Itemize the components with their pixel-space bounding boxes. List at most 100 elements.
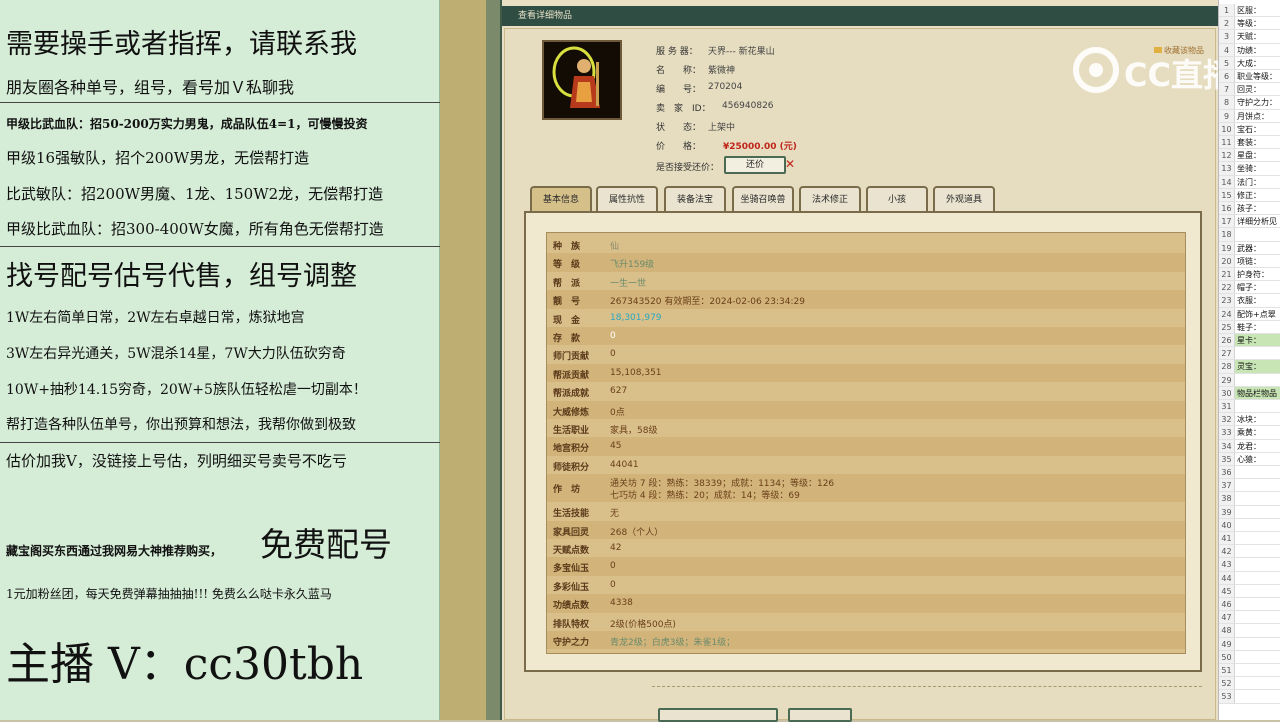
tab-equipment[interactable]: 装备法宝 — [664, 186, 726, 212]
close-icon[interactable]: ✕ — [785, 157, 795, 171]
row-number: 4 — [1219, 43, 1235, 56]
sheet-row[interactable]: 24 配饰+点翠 — [1219, 307, 1280, 321]
sheet-row[interactable]: 51 — [1219, 664, 1280, 678]
sheet-row[interactable]: 7 回灵： — [1219, 83, 1280, 97]
divider — [0, 102, 440, 103]
row-label: 种 族 — [553, 242, 581, 252]
sheet-row[interactable]: 16 孩子： — [1219, 202, 1280, 216]
row-number: 2 — [1219, 17, 1235, 30]
sheet-row[interactable]: 38 — [1219, 492, 1280, 506]
sheet-row[interactable]: 52 — [1219, 677, 1280, 691]
item-detail-window: 查看详细物品 服 务 器： 天界--- 新花果山 名 称： 紫微神 编 号： 2… — [500, 0, 1220, 722]
cell-text: 区服： — [1237, 6, 1261, 15]
sheet-row[interactable]: 39 — [1219, 505, 1280, 519]
sheet-row[interactable]: 49 — [1219, 637, 1280, 651]
row-number: 50 — [1219, 650, 1235, 663]
sheet-row[interactable]: 22 帽子： — [1219, 281, 1280, 295]
sheet-row[interactable]: 37 — [1219, 479, 1280, 493]
sheet-row[interactable]: 2 等级： — [1219, 17, 1280, 31]
cell-text: 鞋子： — [1237, 322, 1261, 332]
tab-children[interactable]: 小孩 — [866, 186, 928, 212]
sheet-row[interactable]: 53 — [1219, 690, 1280, 704]
row-label: 地宫积分 — [553, 444, 590, 455]
sheet-row[interactable]: 18 — [1219, 228, 1280, 242]
sheet-row[interactable]: 19 武器： — [1219, 241, 1280, 255]
ad-line: 需要操手或者指挥，请联系我 — [6, 29, 357, 60]
row-number: 47 — [1219, 611, 1235, 624]
row-number: 43 — [1219, 558, 1235, 571]
counter-offer-button[interactable]: 还价 — [724, 156, 786, 174]
cell-text: 月饼点： — [1237, 111, 1269, 121]
sheet-row[interactable]: 21 护身符： — [1219, 268, 1280, 282]
sheet-row[interactable]: 13 坐骑： — [1219, 162, 1280, 176]
sheet-row[interactable]: 5 大成： — [1219, 56, 1280, 70]
tab-spell-correction[interactable]: 法术修正 — [799, 186, 861, 212]
sheet-row[interactable]: 17 详细分析见 — [1219, 215, 1280, 229]
sheet-row[interactable]: 4 功绩： — [1219, 43, 1280, 57]
row-number: 37 — [1219, 479, 1235, 492]
sheet-row[interactable]: 31 — [1219, 400, 1280, 414]
sheet-row[interactable]: 44 — [1219, 571, 1280, 585]
cell-text: 法门： — [1237, 177, 1261, 187]
sheet-row[interactable]: 12 星盘： — [1219, 149, 1280, 163]
sheet-row[interactable]: 27 — [1219, 347, 1280, 361]
row-number: 12 — [1219, 149, 1235, 162]
row-number: 25 — [1219, 320, 1235, 333]
tab-attributes[interactable]: 属性抗性 — [596, 186, 658, 212]
row-label: 排队特权 — [553, 619, 590, 630]
cell-text: 职业等级： — [1237, 72, 1277, 81]
sheet-row[interactable]: 41 — [1219, 532, 1280, 546]
info-value: 456940826 — [722, 101, 774, 111]
sheet-row[interactable]: 11 套装： — [1219, 136, 1280, 150]
row-number: 42 — [1219, 545, 1235, 558]
row-label: 作 坊 — [553, 485, 581, 496]
sheet-row[interactable]: 9 月饼点： — [1219, 109, 1280, 123]
sheet-row[interactable]: 43 — [1219, 558, 1280, 572]
row-value: 627 — [610, 386, 628, 397]
cell-text: 龙君： — [1237, 441, 1261, 451]
row-number: 8 — [1219, 96, 1235, 109]
sheet-row[interactable]: 10 宝石： — [1219, 122, 1280, 136]
sheet-row[interactable]: 14 法门： — [1219, 175, 1280, 189]
sheet-row[interactable]: 26 星卡： — [1219, 334, 1280, 348]
sheet-row[interactable]: 6 职业等级： — [1219, 70, 1280, 84]
row-label: 功绩点数 — [553, 601, 590, 612]
row-number: 41 — [1219, 532, 1235, 545]
sheet-row[interactable]: 46 — [1219, 598, 1280, 612]
sheet-row[interactable]: 35 心猿： — [1219, 452, 1280, 466]
table-row: 生活技能 无 — [547, 502, 1185, 520]
sheet-row[interactable]: 15 修正： — [1219, 188, 1280, 202]
sheet-row[interactable]: 48 — [1219, 624, 1280, 638]
table-row: 帮 派 一生一世 — [547, 272, 1185, 290]
row-number: 11 — [1219, 136, 1235, 149]
sheet-row[interactable]: 1 区服： — [1219, 4, 1280, 18]
ad-line: 甲级比武血队：招50-200万实力男鬼，成品队伍4=1，可慢慢投资 — [6, 117, 368, 131]
tab-basic-info[interactable]: 基本信息 — [530, 186, 592, 212]
sheet-row[interactable]: 33 乘黄： — [1219, 426, 1280, 440]
tab-appearance[interactable]: 外观道具 — [933, 186, 995, 212]
sheet-row[interactable]: 20 项链： — [1219, 254, 1280, 268]
sheet-row[interactable]: 36 — [1219, 466, 1280, 480]
row-label: 生活职业 — [553, 426, 590, 436]
sheet-row[interactable]: 34 龙君： — [1219, 439, 1280, 453]
sheet-row[interactable]: 30 物品栏物品 — [1219, 386, 1280, 400]
sheet-row[interactable]: 40 — [1219, 518, 1280, 532]
row-number: 5 — [1219, 56, 1235, 69]
sheet-row[interactable]: 3 天赋： — [1219, 30, 1280, 44]
sheet-row[interactable]: 23 衣服： — [1219, 294, 1280, 308]
sheet-row[interactable]: 42 — [1219, 545, 1280, 559]
cell-text: 帽子： — [1237, 283, 1261, 293]
sheet-row[interactable]: 25 鞋子： — [1219, 320, 1280, 334]
table-row: 等 级 飞升159级 — [547, 253, 1185, 272]
sheet-row[interactable]: 45 — [1219, 584, 1280, 598]
tab-mounts-pets[interactable]: 坐骑召唤兽 — [732, 186, 794, 212]
sheet-row[interactable]: 32 冰块： — [1219, 413, 1280, 427]
sheet-row[interactable]: 29 — [1219, 373, 1280, 387]
sheet-row[interactable]: 8 守护之力： — [1219, 96, 1280, 110]
sheet-row[interactable]: 28 灵宝： — [1219, 360, 1280, 374]
sheet-row[interactable]: 47 — [1219, 611, 1280, 625]
row-number: 20 — [1219, 254, 1235, 267]
cell-text: 详细分析见 — [1237, 217, 1277, 227]
background-strip — [440, 0, 490, 720]
sheet-row[interactable]: 50 — [1219, 650, 1280, 664]
